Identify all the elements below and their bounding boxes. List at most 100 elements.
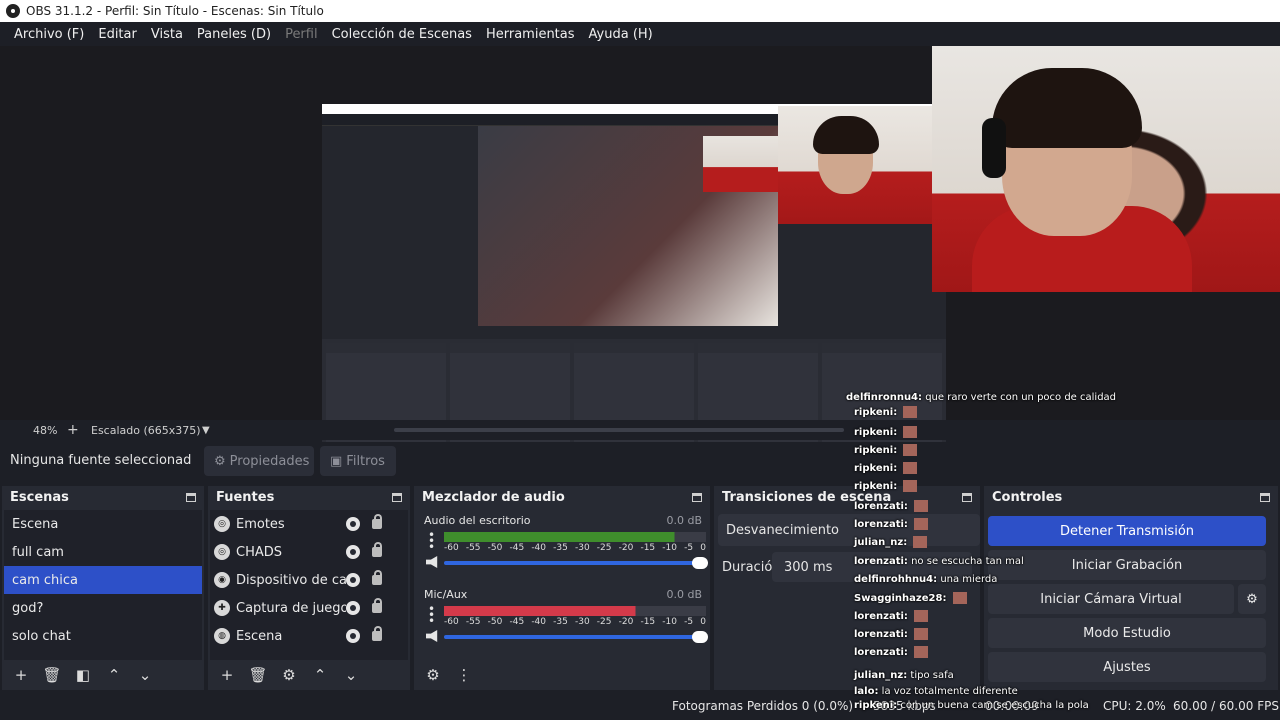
source-item[interactable]: ✚ Captura de juego: [210, 594, 408, 622]
lock-icon[interactable]: [372, 570, 382, 585]
scale-tick: -30: [574, 617, 590, 627]
eye-icon[interactable]: [346, 601, 360, 615]
transitions-title: Transiciones de escena: [722, 489, 892, 505]
move-down-button[interactable]: ⌄: [132, 666, 158, 684]
menu-item-6[interactable]: Herramientas: [479, 27, 582, 42]
start-recording-button[interactable]: Iniciar Grabación: [988, 550, 1266, 580]
scale-tick: -10: [662, 543, 677, 553]
volume-slider-handle[interactable]: [692, 557, 708, 569]
start-virtual-camera-button[interactable]: Iniciar Cámara Virtual: [988, 584, 1234, 614]
move-up-button[interactable]: ⌃: [101, 666, 127, 684]
properties-button[interactable]: ⚙ Propiedades: [204, 446, 314, 476]
sources-title: Fuentes: [216, 489, 275, 505]
source-item[interactable]: ◍ Escena: [210, 622, 408, 650]
zoom-in-button[interactable]: +: [67, 422, 79, 438]
source-item[interactable]: ◎ CHADS: [210, 538, 408, 566]
menu-item-0[interactable]: Archivo (F): [7, 27, 91, 42]
eye-icon[interactable]: [346, 545, 360, 559]
source-toolbar: Ninguna fuente seleccionad ⚙ Propiedades…: [0, 442, 1280, 480]
add-source-button[interactable]: +: [214, 666, 240, 684]
menu-item-3[interactable]: Paneles (D): [190, 27, 278, 42]
audio-mixer-dock: Mezclador de audio Audio del escritorio 0…: [414, 486, 710, 690]
eye-icon[interactable]: [346, 629, 360, 643]
undock-icon[interactable]: [186, 492, 196, 502]
scale-tick: -10: [662, 617, 677, 627]
volume-slider-handle[interactable]: [692, 631, 708, 643]
volume-meter: [444, 606, 706, 616]
window-title: OBS 31.1.2 - Perfil: Sin Título - Escena…: [26, 4, 324, 18]
mixer-channel: Audio del escritorio 0.0 dB • • • -60 -55 -50 -4…: [420, 514, 708, 584]
scale-tick: -50: [487, 543, 503, 553]
scale-tick: -40: [531, 543, 547, 553]
no-source-selected-label: Ninguna fuente seleccionad: [10, 453, 192, 468]
scene-item[interactable]: cam chica: [4, 566, 202, 594]
remove-scene-button[interactable]: 🗑: [39, 666, 65, 684]
sources-dock: Fuentes ◎ Emotes ◎ CHADS ◉ Dispositivo de cap…: [208, 486, 410, 690]
menu-item-4: Perfil: [285, 26, 318, 42]
channel-menu-icon[interactable]: • • •: [428, 603, 435, 627]
chevron-down-icon[interactable]: ▼: [202, 425, 210, 436]
scenes-dock: Escenas Escena full cam cam chica god? solo …: [2, 486, 204, 690]
menu-item-1[interactable]: Editar: [91, 27, 144, 42]
source-label: Dispositivo de capt: [236, 572, 346, 588]
volume-slider[interactable]: [444, 631, 708, 643]
scale-tick: -60: [444, 617, 459, 627]
zoom-percent[interactable]: 48%: [33, 424, 57, 437]
scenes-list: Escena full cam cam chica god? solo chat: [4, 510, 202, 660]
eye-icon[interactable]: [346, 573, 360, 587]
add-scene-button[interactable]: +: [8, 666, 34, 684]
scene-item[interactable]: Escena: [4, 510, 202, 538]
move-down-button[interactable]: ⌄: [338, 666, 364, 684]
mixer-channel: Mic/Aux 0.0 dB • • • -60 -55 -50 -45 -40 -35 -30 -25…: [420, 588, 708, 658]
lock-icon[interactable]: [372, 514, 382, 529]
scale-tick: -45: [509, 617, 525, 627]
menu-item-5[interactable]: Colección de Escenas: [325, 27, 479, 42]
mixer-menu-button[interactable]: ⋮: [451, 666, 477, 684]
source-label: Escena: [236, 628, 283, 644]
scale-tick: -30: [574, 543, 590, 553]
scene-filters-button[interactable]: ◧: [70, 666, 96, 684]
stream-bitrate: 5835 kbps: [873, 699, 936, 713]
preview-canvas[interactable]: [0, 46, 1280, 456]
lock-icon[interactable]: [372, 542, 382, 557]
scene-item[interactable]: full cam: [4, 538, 202, 566]
advanced-audio-icon[interactable]: ⚙: [420, 666, 446, 684]
channel-menu-icon[interactable]: • • •: [428, 529, 435, 553]
lock-icon[interactable]: [372, 598, 382, 613]
scaling-label[interactable]: Escalado (665x375): [91, 424, 201, 437]
speaker-icon[interactable]: [426, 630, 438, 642]
source-item[interactable]: ◉ Dispositivo de capt: [210, 566, 408, 594]
filters-button[interactable]: ▣ Filtros: [320, 446, 396, 476]
settings-button[interactable]: Ajustes: [988, 652, 1266, 682]
meter-scale: -60 -55 -50 -45 -40 -35 -30 -25 -20 -15 -10 -5 0: [444, 617, 706, 627]
move-up-button[interactable]: ⌃: [307, 666, 333, 684]
scene-icon: ◍: [214, 628, 230, 644]
webcam-thumbnail-small: [703, 136, 778, 192]
virtual-camera-settings-button[interactable]: ⚙: [1238, 584, 1266, 614]
globe-icon: ◎: [214, 516, 230, 532]
undock-icon[interactable]: [962, 492, 972, 502]
undock-icon[interactable]: [692, 492, 702, 502]
menu-item-2[interactable]: Vista: [144, 27, 190, 42]
transition-select[interactable]: Desvanecimiento: [718, 514, 980, 546]
properties-label: Propiedades: [229, 453, 310, 469]
preview-scrollbar[interactable]: [394, 428, 844, 432]
gear-icon: ⚙: [214, 453, 226, 469]
scene-item[interactable]: god?: [4, 594, 202, 622]
studio-mode-button[interactable]: Modo Estudio: [988, 618, 1266, 648]
source-item[interactable]: ◎ Emotes: [210, 510, 408, 538]
remove-source-button[interactable]: 🗑: [245, 666, 271, 684]
undock-icon[interactable]: [392, 492, 402, 502]
stop-streaming-button[interactable]: Detener Transmisión: [988, 516, 1266, 546]
source-properties-button[interactable]: ⚙: [276, 666, 302, 684]
volume-slider[interactable]: [444, 557, 708, 569]
eye-icon[interactable]: [346, 517, 360, 531]
speaker-icon[interactable]: [426, 556, 438, 568]
scene-item[interactable]: solo chat: [4, 622, 202, 650]
duration-input[interactable]: 300 ms: [772, 552, 972, 582]
obs-window: OBS 31.1.2 - Perfil: Sin Título - Escena…: [0, 0, 1280, 720]
lock-icon[interactable]: [372, 626, 382, 641]
menu-item-7[interactable]: Ayuda (H): [582, 27, 660, 42]
undock-icon[interactable]: [1260, 492, 1270, 502]
scene-transitions-dock: Transiciones de escena Desvanecimiento D…: [714, 486, 980, 690]
